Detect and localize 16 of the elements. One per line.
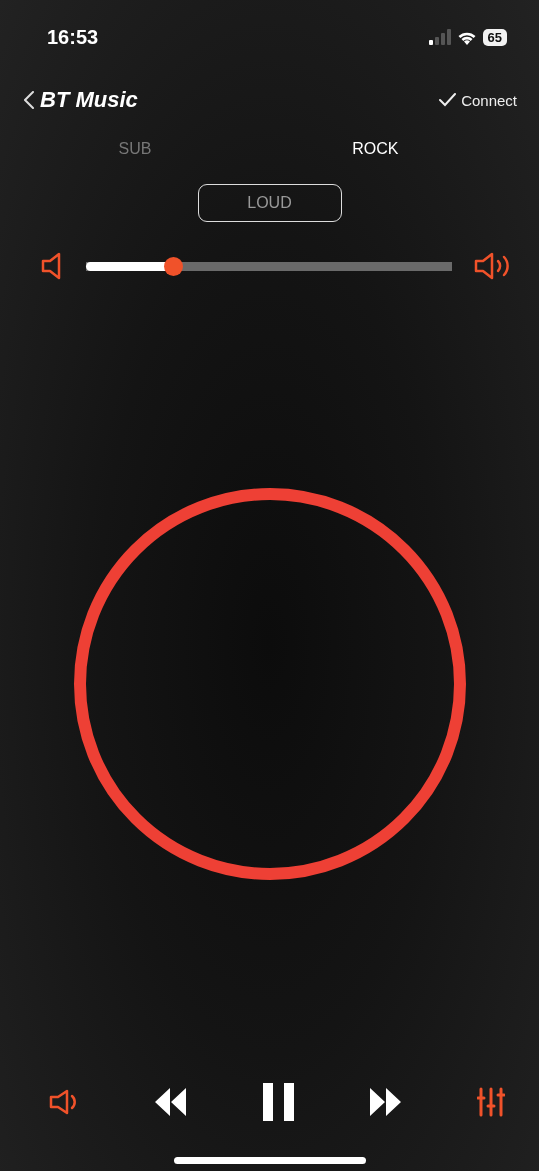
- battery-level: 65: [482, 28, 507, 46]
- loud-button[interactable]: LOUD: [197, 184, 342, 222]
- page-title: BT Music: [40, 87, 138, 113]
- connect-button[interactable]: Connect: [439, 91, 517, 109]
- equalizer-icon: [477, 1087, 505, 1117]
- mode-tab[interactable]: ROCK: [352, 140, 399, 158]
- status-time: 16:53: [47, 25, 99, 49]
- check-icon: [439, 93, 457, 107]
- back-icon[interactable]: [24, 91, 34, 109]
- fast-forward-icon: [369, 1088, 402, 1116]
- slider-thumb[interactable]: [164, 256, 184, 276]
- signal-icon: [428, 29, 451, 45]
- rewind-icon: [155, 1088, 188, 1116]
- connect-label: Connect: [461, 91, 517, 109]
- pause-icon: [262, 1083, 295, 1121]
- mode-tab[interactable]: SUB: [118, 140, 152, 158]
